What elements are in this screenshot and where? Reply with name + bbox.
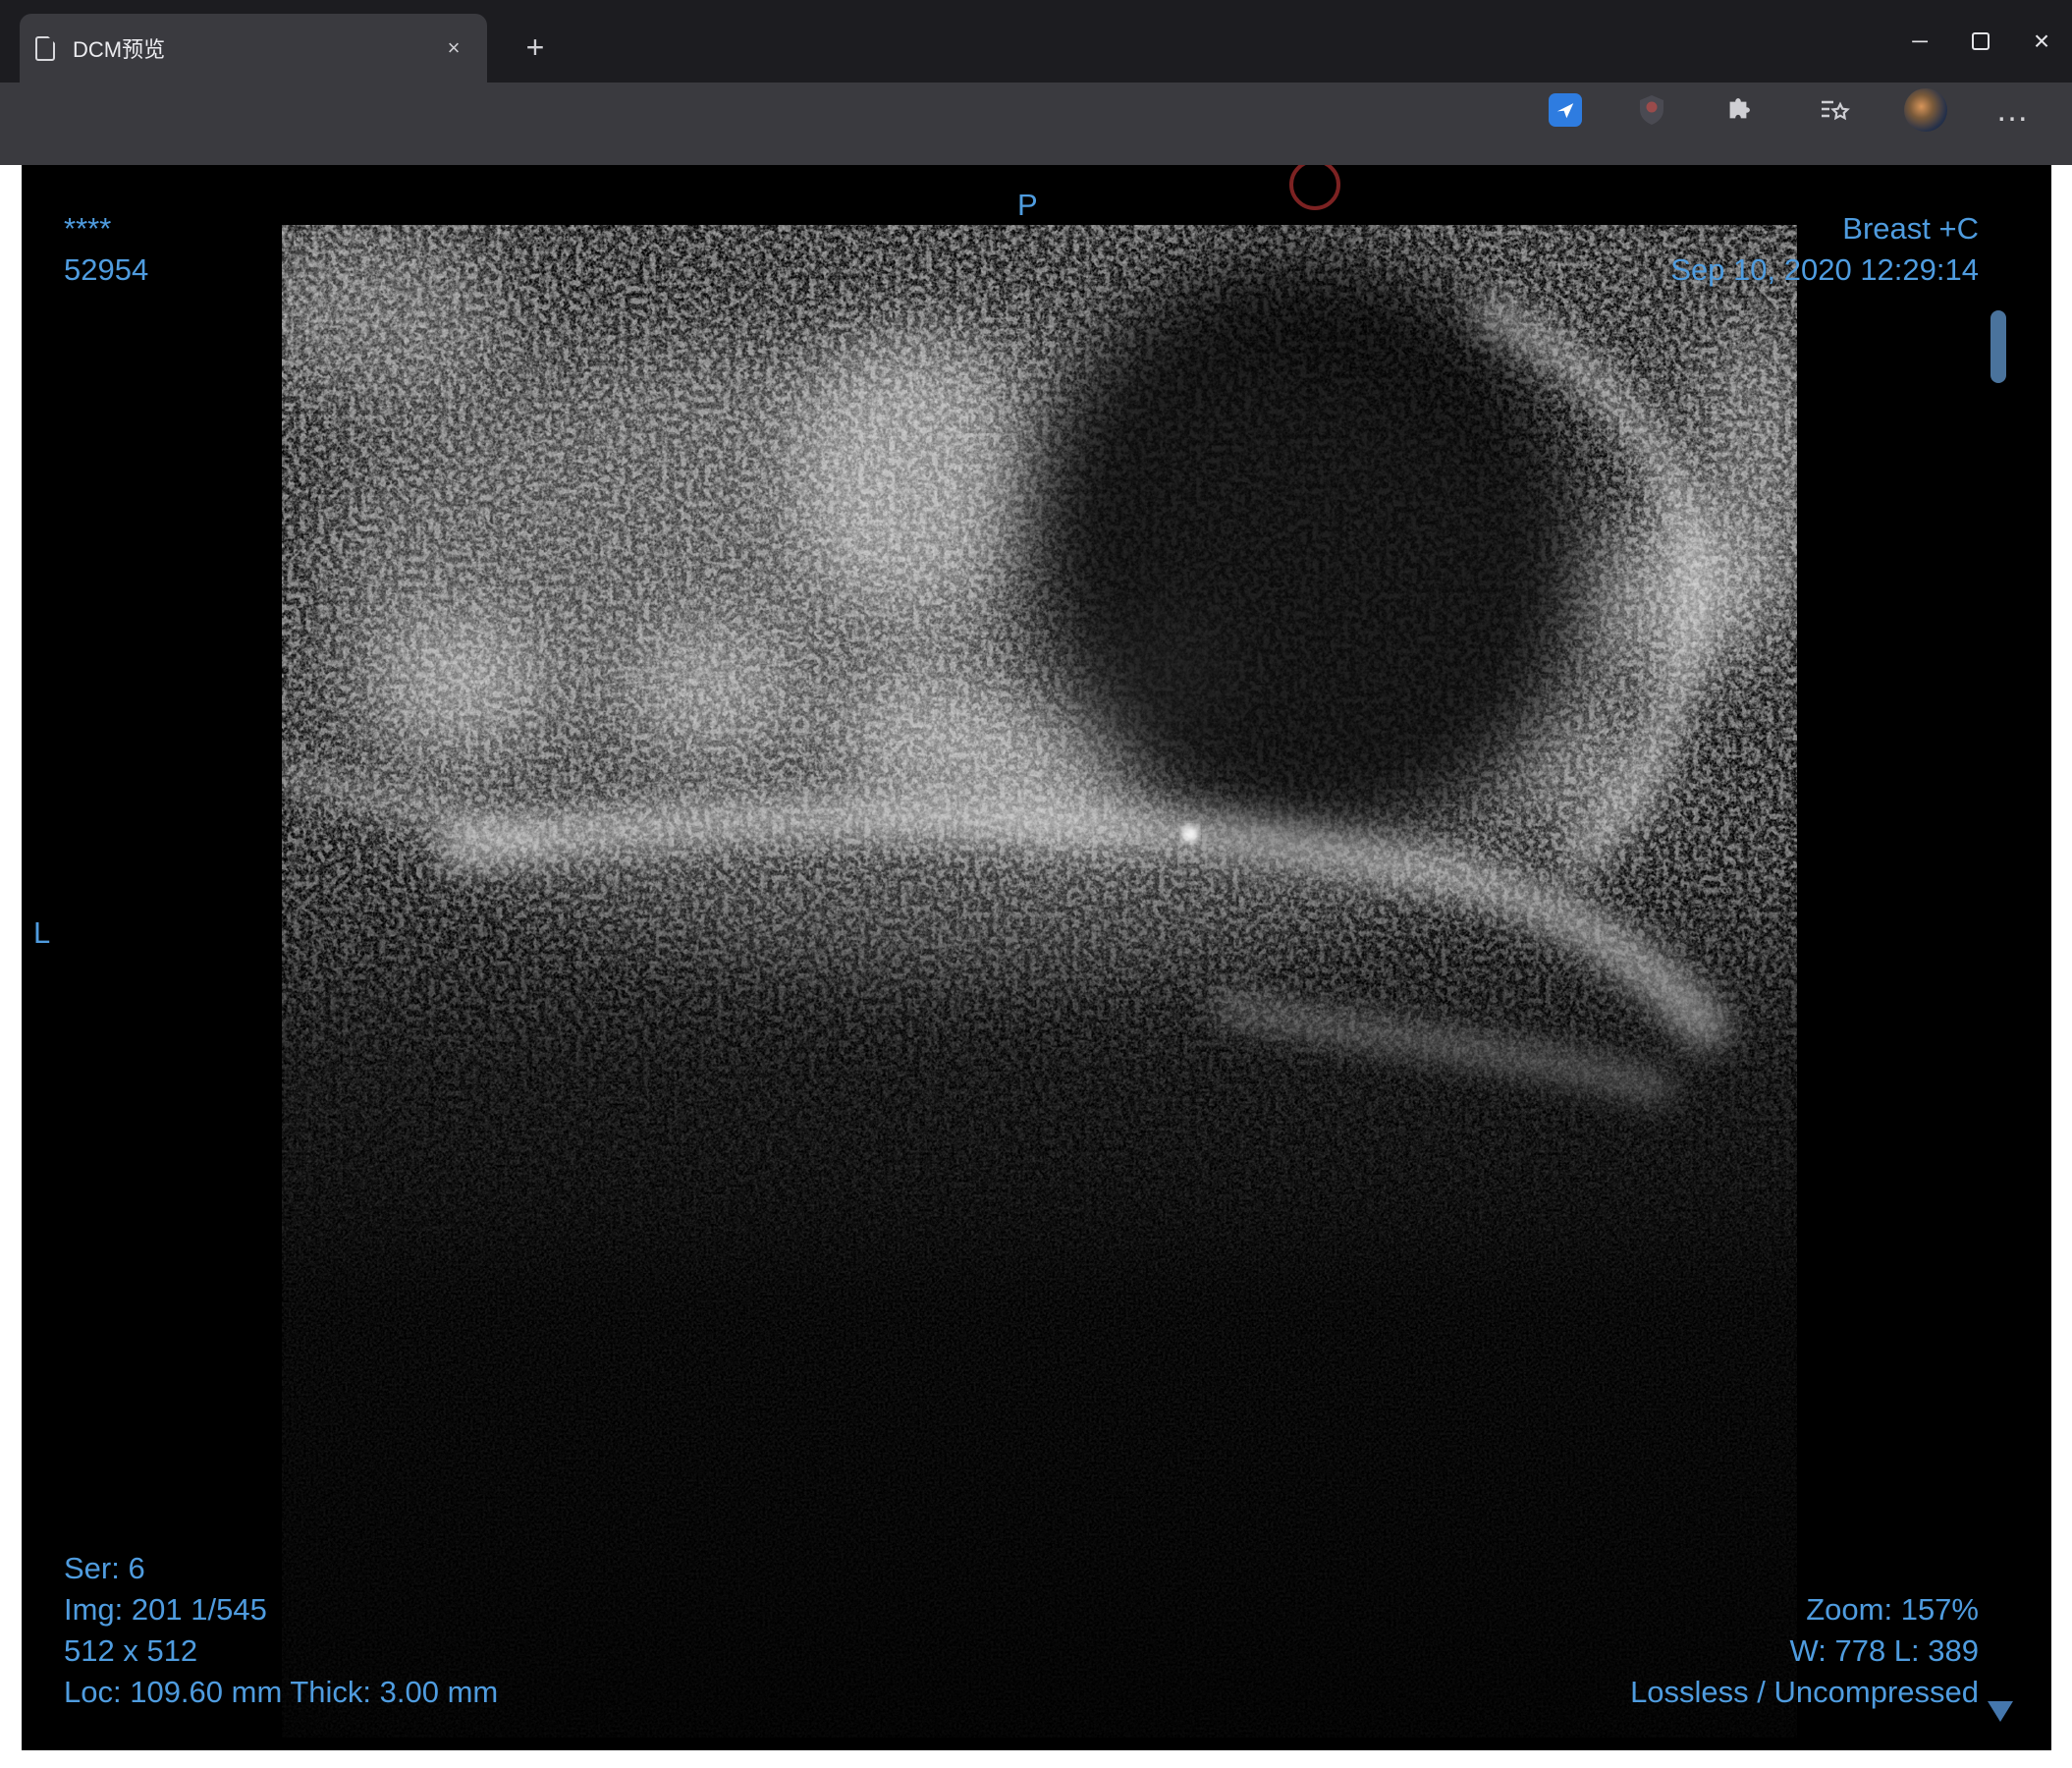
- maximize-button[interactable]: [1950, 0, 2011, 83]
- window-level: W: 778 L: 389: [1789, 1633, 1979, 1668]
- new-tab-button[interactable]: +: [509, 22, 562, 75]
- orientation-marker-left: L: [33, 915, 51, 950]
- tab-close-icon[interactable]: ×: [436, 30, 471, 66]
- profile-avatar: [1904, 88, 1947, 132]
- browser-tab[interactable]: DCM预览 ×: [20, 14, 487, 83]
- extensions-puzzle-icon: [1729, 98, 1750, 119]
- patient-name-masked: ****: [64, 211, 112, 246]
- favorites-button[interactable]: [1807, 83, 1862, 138]
- settings-more-button[interactable]: …: [1986, 83, 2041, 138]
- extensions-menu-button[interactable]: [1711, 83, 1766, 138]
- image-matrix: 512 x 512: [64, 1633, 198, 1668]
- overlay-patient-info: **** 52954: [64, 208, 148, 291]
- maximize-icon: [1972, 32, 1990, 50]
- series-number: Ser: 6: [64, 1551, 145, 1585]
- scroll-down-arrow-icon[interactable]: [1988, 1701, 2013, 1722]
- study-description: Breast +C: [1842, 211, 1979, 246]
- favorites-hub-icon: [1822, 100, 1850, 121]
- page-favicon-icon: [35, 35, 55, 61]
- close-button[interactable]: ×: [2011, 0, 2072, 83]
- orientation-marker-top: P: [1017, 188, 1038, 222]
- overlay-display-info: Zoom: 157% W: 778 L: 389 Lossless / Uncomp…: [1630, 1589, 1979, 1713]
- compression-info: Lossless / Uncompressed: [1630, 1675, 1979, 1709]
- patient-id: 52954: [64, 252, 149, 287]
- slice-location: Loc: 109.60 mm Thick: 3.00 mm: [64, 1675, 499, 1709]
- image-number: Img: 201 1/545: [64, 1592, 267, 1627]
- more-menu-icon: …: [1995, 90, 2031, 129]
- extension-shield-button[interactable]: [1624, 83, 1679, 138]
- annotation-circle[interactable]: [1289, 165, 1340, 210]
- acquisition-datetime: Sep 10, 2020 12:29:14: [1670, 252, 1979, 287]
- shield-extension-icon: [1640, 95, 1663, 125]
- series-scrollbar-thumb[interactable]: [1990, 310, 2006, 383]
- minimize-button[interactable]: ─: [1889, 0, 1950, 83]
- tab-strip: DCM预览 × + ─ ×: [0, 0, 2072, 83]
- window-controls: ─ ×: [1889, 0, 2072, 83]
- profile-button[interactable]: [1898, 83, 1953, 138]
- zoom-level: Zoom: 157%: [1806, 1592, 1979, 1627]
- overlay-study-info: Breast +C Sep 10, 2020 12:29:14: [1670, 208, 1979, 291]
- dicom-image[interactable]: [282, 225, 1797, 1738]
- browser-window: { "icons": { "back": "←", "refresh": "↻"…: [0, 0, 2072, 1768]
- extension-translate-button[interactable]: [1538, 83, 1593, 138]
- browser-toolbar: ← ↻ ⌂ https://file.kkview.cn/onlinePrevi…: [0, 83, 2072, 234]
- overlay-series-info: Ser: 6 Img: 201 1/545 512 x 512 Loc: 109.60…: [64, 1548, 498, 1713]
- dicom-viewer: **** 52954 P Breast +C Sep 10, 2020 12:29:…: [22, 165, 2051, 1750]
- tab-title: DCM预览: [73, 37, 166, 62]
- translate-extension-icon: [1549, 93, 1582, 127]
